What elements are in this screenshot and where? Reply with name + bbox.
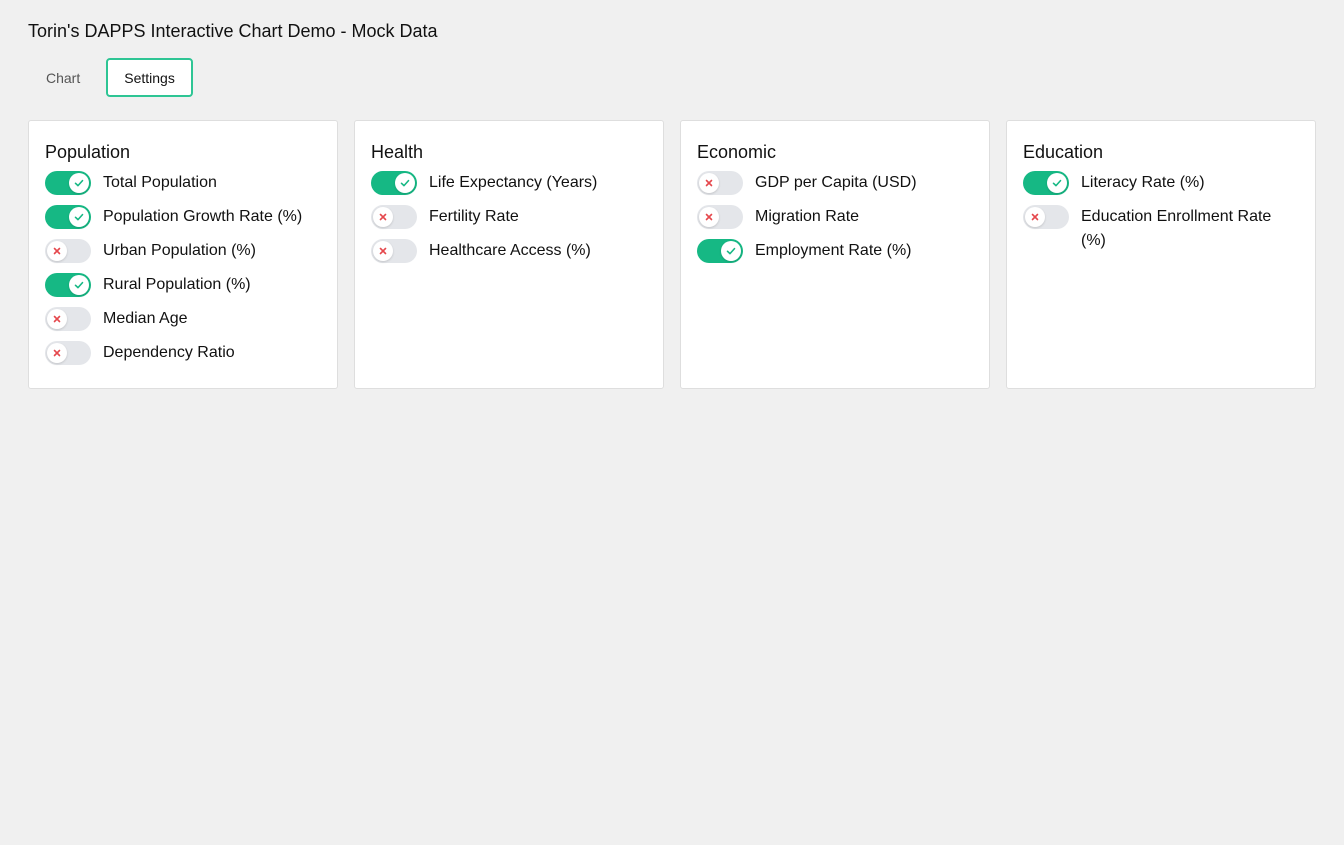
setting-option: Dependency Ratio xyxy=(45,341,321,365)
setting-option: Median Age xyxy=(45,307,321,331)
setting-label: Employment Rate (%) xyxy=(755,242,912,259)
check-icon xyxy=(395,173,415,193)
toggle-switch[interactable] xyxy=(1023,171,1069,195)
check-icon xyxy=(69,275,89,295)
setting-option: Employment Rate (%) xyxy=(697,239,973,263)
toggle-switch[interactable] xyxy=(45,341,91,365)
setting-option: Urban Population (%) xyxy=(45,239,321,263)
setting-option: Total Population xyxy=(45,171,321,195)
settings-card-economic: Economic GDP per Capita (USD) Migration … xyxy=(680,120,990,389)
tab-chart[interactable]: Chart xyxy=(28,58,98,97)
close-icon xyxy=(1025,207,1045,227)
toggle-switch[interactable] xyxy=(1023,205,1069,229)
settings-card-health: Health Life Expectancy (Years) Fertility… xyxy=(354,120,664,389)
setting-label: Total Population xyxy=(103,174,217,191)
settings-card-population: Population Total Population Population G… xyxy=(28,120,338,389)
close-icon xyxy=(699,173,719,193)
setting-label: Median Age xyxy=(103,310,188,327)
card-title: Population xyxy=(45,142,131,162)
tab-bar: Chart Settings xyxy=(28,58,193,97)
setting-option: Education Enrollment Rate (%) xyxy=(1023,205,1299,253)
setting-option: Rural Population (%) xyxy=(45,273,321,297)
close-icon xyxy=(47,309,67,329)
card-title: Education xyxy=(1023,142,1104,162)
setting-label: Life Expectancy (Years) xyxy=(429,174,598,191)
toggle-switch[interactable] xyxy=(371,205,417,229)
settings-card-education: Education Literacy Rate (%) Education En… xyxy=(1006,120,1316,389)
check-icon xyxy=(69,173,89,193)
setting-label: Education Enrollment Rate (%) xyxy=(1081,208,1272,249)
setting-option: Migration Rate xyxy=(697,205,973,229)
close-icon xyxy=(47,343,67,363)
setting-label: Healthcare Access (%) xyxy=(429,242,591,259)
card-title: Economic xyxy=(697,142,777,162)
setting-label: Dependency Ratio xyxy=(103,344,235,361)
toggle-switch[interactable] xyxy=(45,273,91,297)
close-icon xyxy=(373,207,393,227)
setting-option: Literacy Rate (%) xyxy=(1023,171,1299,195)
toggle-switch[interactable] xyxy=(45,205,91,229)
check-icon xyxy=(69,207,89,227)
toggle-switch[interactable] xyxy=(371,239,417,263)
setting-label: Fertility Rate xyxy=(429,208,519,225)
close-icon xyxy=(373,241,393,261)
toggle-switch[interactable] xyxy=(45,171,91,195)
setting-option: Fertility Rate xyxy=(371,205,647,229)
close-icon xyxy=(47,241,67,261)
card-title: Health xyxy=(371,142,424,162)
check-icon xyxy=(721,241,741,261)
page: Torin's DAPPS Interactive Chart Demo - M… xyxy=(0,0,1344,845)
page-title: Torin's DAPPS Interactive Chart Demo - M… xyxy=(28,21,438,41)
toggle-switch[interactable] xyxy=(697,205,743,229)
setting-label: Literacy Rate (%) xyxy=(1081,174,1205,191)
settings-groups: Population Total Population Population G… xyxy=(28,120,1316,389)
setting-option: GDP per Capita (USD) xyxy=(697,171,973,195)
setting-label: Rural Population (%) xyxy=(103,276,251,293)
setting-option: Life Expectancy (Years) xyxy=(371,171,647,195)
setting-option: Healthcare Access (%) xyxy=(371,239,647,263)
toggle-switch[interactable] xyxy=(697,239,743,263)
toggle-switch[interactable] xyxy=(45,307,91,331)
toggle-switch[interactable] xyxy=(697,171,743,195)
setting-label: GDP per Capita (USD) xyxy=(755,174,917,191)
setting-label: Urban Population (%) xyxy=(103,242,256,259)
close-icon xyxy=(699,207,719,227)
check-icon xyxy=(1047,173,1067,193)
setting-label: Population Growth Rate (%) xyxy=(103,208,303,225)
toggle-switch[interactable] xyxy=(45,239,91,263)
toggle-switch[interactable] xyxy=(371,171,417,195)
setting-option: Population Growth Rate (%) xyxy=(45,205,321,229)
setting-label: Migration Rate xyxy=(755,208,860,225)
tab-settings[interactable]: Settings xyxy=(106,58,193,97)
